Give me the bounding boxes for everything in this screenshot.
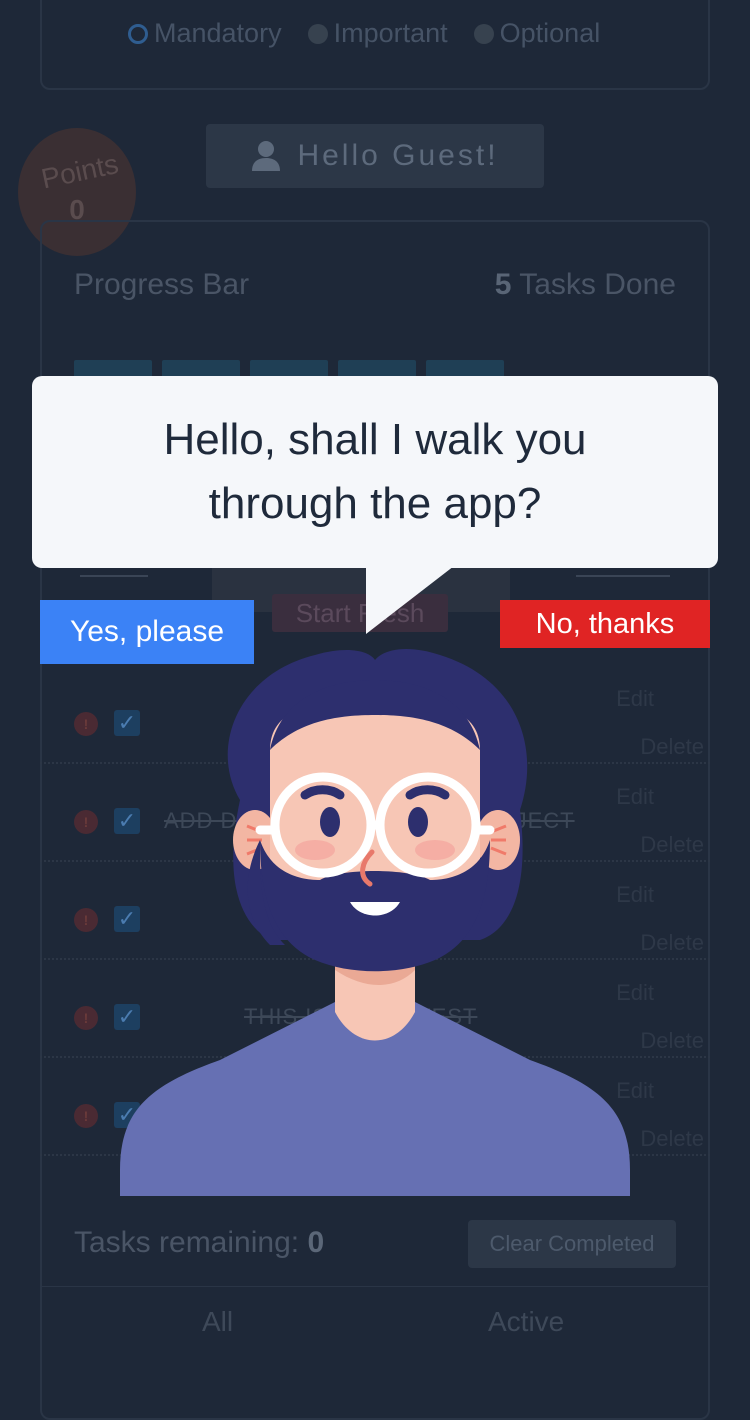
divider [576, 575, 670, 577]
priority-label: Optional [499, 18, 601, 48]
priority-alert-icon: ! [74, 810, 98, 834]
tour-message: Hello, shall I walk you through the app? [163, 415, 587, 528]
tasks-remaining-count: 0 [307, 1226, 325, 1259]
priority-option-mandatory[interactable]: Mandatory [128, 18, 282, 49]
priority-option-important[interactable]: Important [307, 18, 448, 49]
guide-avatar-icon [120, 648, 630, 1196]
yes-please-button[interactable]: Yes, please [40, 600, 254, 664]
filter-all[interactable]: All [202, 1306, 233, 1338]
delete-button[interactable]: Delete [640, 734, 704, 760]
priority-alert-icon: ! [74, 1104, 98, 1128]
priority-alert-icon: ! [74, 1006, 98, 1030]
radio-selected-icon[interactable] [128, 23, 148, 44]
priority-label: Mandatory [154, 18, 282, 48]
speech-bubble-tail [366, 566, 454, 634]
tasks-remaining-label: Tasks remaining: [74, 1226, 300, 1259]
delete-button[interactable]: Delete [640, 1126, 704, 1152]
filter-active[interactable]: Active [488, 1306, 564, 1338]
radio-icon[interactable] [473, 23, 494, 44]
priority-label: Important [333, 18, 448, 48]
priority-alert-icon: ! [74, 908, 98, 932]
tasks-done: 5 Tasks Done [495, 268, 676, 302]
tasks-done-count: 5 [494, 268, 512, 301]
delete-button[interactable]: Delete [640, 832, 704, 858]
priority-alert-icon: ! [74, 712, 98, 736]
progress-title: Progress Bar [74, 268, 250, 301]
priority-radio-group: Mandatory Important Optional [128, 18, 600, 49]
hello-guest-button[interactable]: Hello Guest! [206, 124, 544, 188]
points-label: Points [38, 147, 122, 195]
greeting-text: Hello Guest! [297, 139, 499, 172]
user-icon [252, 141, 281, 171]
divider [42, 1286, 708, 1287]
no-thanks-button[interactable]: No, thanks [500, 600, 710, 648]
radio-icon[interactable] [307, 23, 328, 44]
tasks-done-label: Tasks Done [519, 268, 676, 301]
tasks-remaining: Tasks remaining: 0 [74, 1226, 324, 1260]
delete-button[interactable]: Delete [640, 930, 704, 956]
clear-completed-button[interactable]: Clear Completed [468, 1220, 676, 1268]
tour-speech-bubble: Hello, shall I walk you through the app? [32, 376, 718, 568]
delete-button[interactable]: Delete [640, 1028, 704, 1054]
priority-option-optional[interactable]: Optional [473, 18, 601, 49]
divider [80, 575, 148, 577]
